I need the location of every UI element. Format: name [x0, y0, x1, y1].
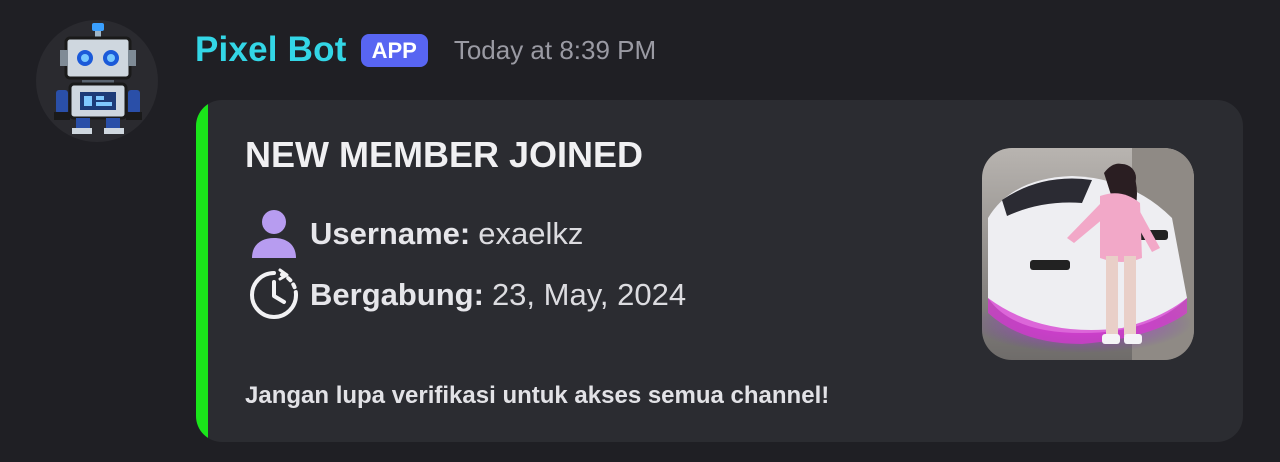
field-value: 23, May, 2024 [491, 277, 687, 312]
bot-avatar[interactable] [36, 20, 158, 142]
app-badge: APP [360, 33, 428, 67]
user-icon [246, 206, 302, 262]
embed-description: Jangan lupa verifikasi untuk akses semua… [245, 382, 830, 409]
message-header: Pixel Bot APP Today at 8:39 PM [195, 28, 656, 72]
member-avatar-image [982, 148, 1194, 360]
field-label: Username: [310, 216, 471, 251]
field-value: exaelkz [478, 216, 584, 251]
field-label: Bergabung: [310, 277, 484, 312]
embed-accent-bar [196, 100, 208, 442]
field-username: Username: exaelkz [246, 206, 583, 262]
message-timestamp[interactable]: Today at 8:39 PM [454, 35, 656, 66]
robot-icon [54, 23, 142, 134]
embed-card: NEW MEMBER JOINED Username: exaelkz Berg… [196, 100, 1243, 442]
author-name[interactable]: Pixel Bot [195, 30, 347, 70]
field-joined: Bergabung: 23, May, 2024 [246, 267, 686, 323]
embed-title: NEW MEMBER JOINED [245, 134, 644, 175]
clock-history-icon [246, 267, 302, 323]
member-thumbnail[interactable] [982, 148, 1194, 360]
